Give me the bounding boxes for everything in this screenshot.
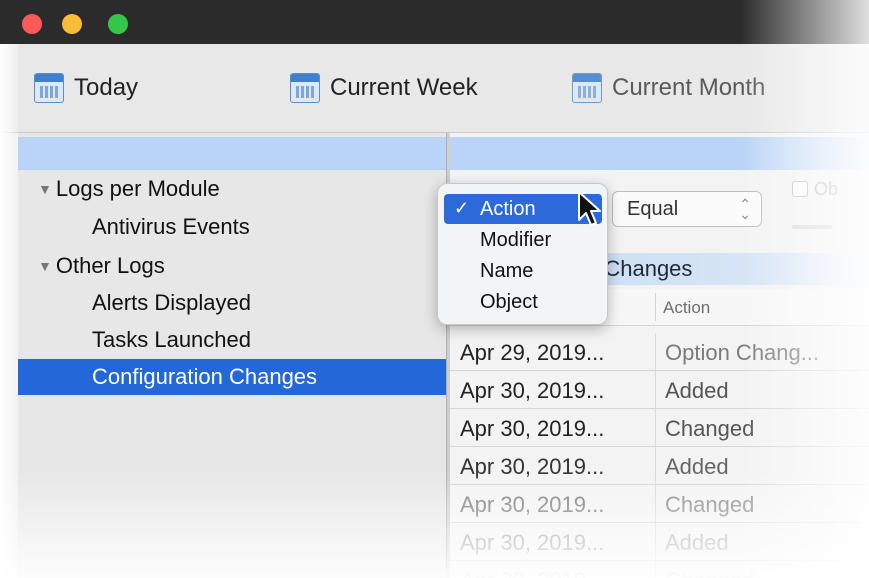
current-month-label: Current Month: [612, 74, 766, 101]
row-action: Added: [665, 454, 729, 479]
current-week-label: Current Week: [330, 74, 478, 101]
sidebar-item-alerts-displayed[interactable]: Alerts Displayed: [18, 285, 446, 321]
table-row[interactable]: Apr 30, 2019... Changed: [450, 561, 869, 578]
tree-group-label: Other Logs: [55, 253, 165, 278]
checkmark-icon: ✓: [454, 198, 470, 218]
calendar-icon: [34, 73, 64, 103]
title-bar: [0, 0, 869, 44]
row-date: Apr 29, 2019...: [460, 340, 605, 365]
column-divider: [655, 561, 656, 578]
row-action: Added: [665, 378, 729, 403]
column-divider: [655, 523, 656, 561]
tree-group-logs-per-module[interactable]: ▼ Logs per Module: [18, 171, 466, 207]
table-row[interactable]: Apr 30, 2019... Added: [450, 523, 869, 561]
row-date: Apr 30, 2019...: [460, 492, 605, 517]
current-month-button[interactable]: Current Month: [572, 72, 765, 104]
sidebar-header: [18, 137, 446, 170]
row-date: Apr 30, 2019...: [460, 568, 604, 578]
table-row[interactable]: Apr 30, 2019... Added: [450, 371, 869, 409]
table-row[interactable]: Apr 30, 2019... Added: [450, 447, 869, 485]
row-action: Changed: [665, 568, 754, 578]
menu-item-label: Modifier: [480, 228, 552, 251]
toolbar: Today Current Week Current Month: [0, 44, 869, 133]
column-divider: [655, 371, 656, 409]
sidebar-item-configuration-changes[interactable]: Configuration Changes: [18, 359, 446, 395]
menu-item-label: Name: [480, 259, 534, 282]
sidebar-item-tasks-launched[interactable]: Tasks Launched: [18, 322, 446, 358]
today-label: Today: [74, 74, 139, 101]
filter-checkbox[interactable]: [792, 181, 808, 197]
tree-group-other-logs[interactable]: ▼ Other Logs: [18, 248, 466, 284]
sidebar-item-label: Alerts Displayed: [92, 290, 251, 315]
tree-group-label: Logs per Module: [55, 176, 220, 201]
current-week-button[interactable]: Current Week: [290, 72, 478, 104]
row-action: Changed: [665, 416, 755, 441]
sidebar-item-label: Antivirus Events: [92, 214, 250, 239]
column-divider: [655, 447, 656, 485]
condition-select[interactable]: Equal ⌃ ⌄: [612, 191, 762, 227]
mouse-pointer-icon: [578, 191, 601, 226]
filter-checkbox-label: Ob: [814, 179, 839, 199]
zoom-window-button[interactable]: [108, 14, 128, 34]
row-date: Apr 30, 2019...: [460, 378, 605, 403]
disclosure-triangle-icon[interactable]: ▼: [38, 181, 52, 197]
row-date: Apr 30, 2019...: [460, 454, 605, 479]
disclosure-triangle-icon[interactable]: ▼: [38, 258, 52, 274]
calendar-icon: [572, 73, 602, 103]
table-row[interactable]: Apr 29, 2019... Option Chang...: [450, 333, 869, 371]
column-divider[interactable]: [655, 293, 656, 321]
sidebar-item-label: Configuration Changes: [92, 364, 318, 389]
column-divider: [655, 409, 656, 447]
column-divider: [655, 333, 656, 371]
sidebar-item-antivirus-events[interactable]: Antivirus Events: [18, 209, 446, 245]
row-date: Apr 30, 2019...: [460, 416, 605, 441]
sidebar-item-label: Tasks Launched: [92, 327, 251, 352]
menu-item-object[interactable]: Object: [444, 287, 602, 317]
column-divider: [655, 485, 656, 523]
column-header-action[interactable]: Action: [663, 298, 710, 318]
close-window-button[interactable]: [22, 14, 42, 34]
divider: [792, 225, 832, 229]
table-row[interactable]: Apr 30, 2019... Changed: [450, 409, 869, 447]
condition-select-value: Equal: [627, 197, 679, 220]
row-action: Added: [665, 530, 729, 555]
table-row[interactable]: Apr 30, 2019... Changed: [450, 485, 869, 523]
menu-item-label: Action: [480, 197, 536, 220]
row-date: Apr 30, 2019...: [460, 530, 605, 555]
menu-item-label: Object: [480, 290, 538, 313]
pane-header: [450, 137, 869, 170]
app-window: Today Current Week Current Month ▼ Logs …: [0, 0, 869, 578]
row-action: Option Chang...: [665, 340, 820, 365]
menu-item-name[interactable]: Name: [444, 256, 602, 286]
row-action: Changed: [665, 492, 755, 517]
today-button[interactable]: Today: [34, 72, 138, 104]
minimize-window-button[interactable]: [62, 14, 82, 34]
calendar-icon: [290, 73, 320, 103]
chevron-updown-icon: ⌃ ⌄: [739, 196, 751, 222]
sidebar: ▼ Logs per Module Antivirus Events ▼ Oth…: [18, 133, 446, 578]
